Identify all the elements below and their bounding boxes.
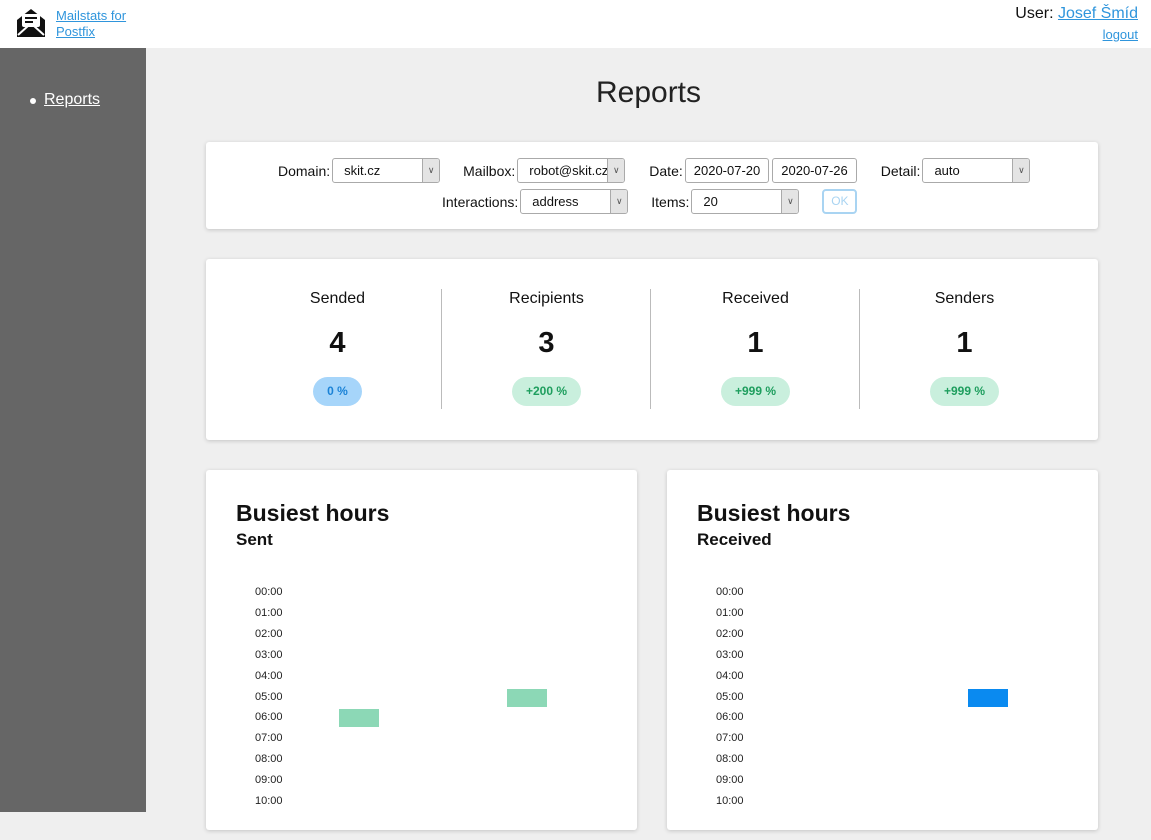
hour-label: 00:00 xyxy=(716,586,744,598)
hour-label: 07:00 xyxy=(255,732,283,745)
hour-label: 02:00 xyxy=(716,627,744,640)
interactions-value: address xyxy=(532,194,579,209)
chart-subtitle: Received xyxy=(697,530,772,549)
stat-value: 4 xyxy=(329,327,346,359)
detail-label: Detail: xyxy=(880,162,921,179)
chevron-down-icon: ∨ xyxy=(610,190,628,213)
chart-subtitle: Sent xyxy=(236,530,273,549)
stat-change-badge: +200 % xyxy=(511,377,582,406)
sidebar: Reports xyxy=(0,48,146,812)
stat-value: 3 xyxy=(538,327,555,359)
items-select[interactable]: 20 ∨ xyxy=(691,189,800,214)
sidebar-link-reports[interactable]: Reports xyxy=(44,91,100,108)
stat-sended: Sended 4 0 % xyxy=(233,289,442,409)
heatmap-cell[interactable] xyxy=(968,688,1008,707)
mailbox-value: robot@skit.cz xyxy=(529,163,609,178)
hour-label: 04:00 xyxy=(255,669,283,682)
stat-title: Senders xyxy=(934,290,995,307)
heatmap-sent: 00:00 01:00 02:00 03:00 04:00 05:00 06:00 07:00… xyxy=(206,580,637,840)
sidebar-item-reports: Reports xyxy=(30,91,146,109)
app-home-link[interactable]: Mailstats for Postfix xyxy=(56,8,146,40)
chart-title: Busiest hours xyxy=(236,500,390,526)
chevron-down-icon: ∨ xyxy=(422,159,440,182)
mail-open-icon xyxy=(17,9,45,37)
hour-label: 03:00 xyxy=(716,648,744,661)
stat-change-badge: 0 % xyxy=(313,377,362,406)
stat-change-badge: +999 % xyxy=(929,377,1000,406)
items-label: Items: xyxy=(651,193,690,210)
interactions-select[interactable]: address ∨ xyxy=(520,189,629,214)
filters-panel: Domain: skit.cz ∨ Mailbox: robot@skit.cz… xyxy=(206,142,1098,229)
detail-value: auto xyxy=(934,163,960,178)
chart-title: Busiest hours xyxy=(697,500,851,526)
busiest-hours-received-card: Busiest hours Received 00:00 01:00 02:00 03… xyxy=(667,470,1098,830)
hour-label: 10:00 xyxy=(255,795,283,807)
hour-label: 09:00 xyxy=(255,774,283,787)
hour-label: 00:00 xyxy=(255,586,283,598)
hour-label: 06:00 xyxy=(255,711,283,724)
heatmap-cell[interactable] xyxy=(507,688,547,707)
stat-title: Sended xyxy=(309,290,366,307)
stat-received: Received 1 +999 % xyxy=(651,289,860,409)
hour-label: 07:00 xyxy=(716,732,744,745)
domain-label: Domain: xyxy=(278,162,331,179)
stat-title: Recipients xyxy=(509,290,584,307)
heatmap-cell[interactable] xyxy=(339,709,379,728)
hour-label: 10:00 xyxy=(716,795,744,807)
hour-label: 02:00 xyxy=(255,627,283,640)
mailbox-select[interactable]: robot@skit.cz ∨ xyxy=(517,158,626,183)
user-info: User: Josef Šmíd xyxy=(1015,5,1138,23)
mailbox-label: Mailbox: xyxy=(463,162,516,179)
stat-value: 1 xyxy=(747,327,764,359)
chevron-down-icon: ∨ xyxy=(1012,159,1030,182)
hour-label: 08:00 xyxy=(255,753,283,766)
stat-senders: Senders 1 +999 % xyxy=(860,289,1069,409)
stat-change-badge: +999 % xyxy=(720,377,791,406)
stat-title: Received xyxy=(722,290,789,307)
date-from-input[interactable]: 2020-07-20 xyxy=(684,158,770,183)
top-bar: Mailstats for Postfix User: Josef Šmíd l… xyxy=(0,0,1151,48)
interactions-label: Interactions: xyxy=(442,193,519,210)
chevron-down-icon: ∨ xyxy=(781,190,799,213)
hour-label: 08:00 xyxy=(716,753,744,766)
hour-label: 01:00 xyxy=(716,606,744,619)
hour-label: 06:00 xyxy=(716,711,744,724)
domain-value: skit.cz xyxy=(344,163,381,178)
stat-value: 1 xyxy=(956,327,973,359)
chevron-down-icon: ∨ xyxy=(607,159,625,182)
date-label: Date: xyxy=(649,162,683,179)
logout-link[interactable]: logout xyxy=(1103,27,1138,42)
detail-select[interactable]: auto ∨ xyxy=(922,158,1031,183)
items-value: 20 xyxy=(703,194,718,209)
page-title: Reports xyxy=(595,76,702,109)
domain-select[interactable]: skit.cz ∨ xyxy=(332,158,441,183)
hour-label: 03:00 xyxy=(255,648,283,661)
hour-label: 05:00 xyxy=(716,690,744,703)
ok-button[interactable]: OK xyxy=(822,189,858,214)
busiest-hours-sent-card: Busiest hours Sent 00:00 01:00 02:00 03:00 0… xyxy=(206,470,637,830)
stat-recipients: Recipients 3 +200 % xyxy=(442,289,651,409)
hour-label: 05:00 xyxy=(255,690,283,703)
date-to-input[interactable]: 2020-07-26 xyxy=(772,158,857,183)
hour-label: 09:00 xyxy=(716,774,744,787)
user-label: User: xyxy=(1015,5,1054,22)
hour-label: 04:00 xyxy=(716,669,744,682)
user-name-link[interactable]: Josef Šmíd xyxy=(1058,5,1138,22)
hour-label: 01:00 xyxy=(255,606,283,619)
stats-panel: Sended 4 0 % Recipients 3 +200 % Receive… xyxy=(206,259,1098,440)
heatmap-received: 00:00 01:00 02:00 03:00 04:00 05:00 06:00 07:00… xyxy=(667,580,1098,840)
